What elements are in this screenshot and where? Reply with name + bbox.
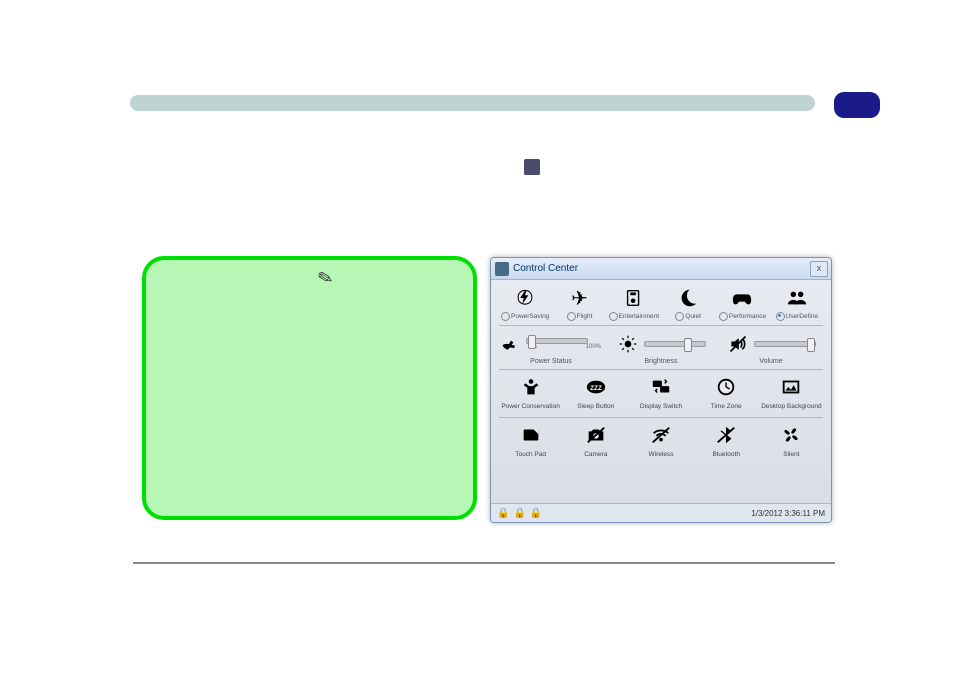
picture-icon <box>760 375 823 399</box>
mode-quiet[interactable]: Quiet <box>662 284 714 321</box>
volume: Volume <box>719 331 823 365</box>
clock-icon <box>695 375 758 399</box>
fan-icon <box>760 423 823 447</box>
touchpad-icon <box>499 423 562 447</box>
divider-3 <box>499 417 823 418</box>
camera-off-icon <box>564 423 627 447</box>
person-arms-icon <box>499 375 562 399</box>
control-body: PowerSaving ✈ Flight Entertainment Quiet <box>491 280 831 463</box>
svg-text:ZZZ: ZZZ <box>590 385 602 392</box>
lock-icon-3: 🔒 <box>530 508 542 519</box>
mode-powersaving[interactable]: PowerSaving <box>499 284 551 321</box>
brightness-slider[interactable] <box>644 341 706 347</box>
display-switch-button[interactable]: Display Switch <box>629 375 692 413</box>
header-bar <box>130 95 815 111</box>
inline-icon <box>524 159 540 175</box>
mode-flight[interactable]: ✈ Flight <box>553 284 605 321</box>
silent-button[interactable]: Silent <box>760 423 823 461</box>
users-icon <box>771 284 823 312</box>
util-row-1: Power Conservation ZZZ Sleep Button Disp… <box>499 375 823 413</box>
camera-button[interactable]: Camera <box>564 423 627 461</box>
speaker-mute-icon <box>727 334 751 354</box>
title-bar[interactable]: Control Center x <box>491 258 831 280</box>
displays-icon <box>629 375 692 399</box>
volume-slider[interactable] <box>754 341 816 347</box>
divider-1 <box>499 325 823 326</box>
brightness: Brightness <box>609 331 713 365</box>
gamepad-icon <box>716 284 768 312</box>
lightning-icon <box>499 284 551 312</box>
lock-icon-2: 🔒 <box>513 508 525 519</box>
bulb-icon <box>617 334 641 354</box>
power-conservation-button[interactable]: Power Conservation <box>499 375 562 413</box>
control-center-window: Control Center x PowerSaving ✈ Flight En… <box>490 257 832 523</box>
bluetooth-button[interactable]: Bluetooth <box>695 423 758 461</box>
sleep-button[interactable]: ZZZ Sleep Button <box>564 375 627 413</box>
wireless-button[interactable]: Wireless <box>629 423 692 461</box>
blue-badge <box>834 92 880 118</box>
window-title: Control Center <box>513 263 578 274</box>
mode-entertainment[interactable]: Entertainment <box>608 284 660 321</box>
status-bar: 🔒 🔒 🔒 1/3/2012 3:36:11 PM <box>491 503 831 522</box>
divider-2 <box>499 369 823 370</box>
note-box: ✎ <box>142 256 477 520</box>
datetime-label: 1/3/2012 3:36:11 PM <box>751 509 825 518</box>
zzz-icon: ZZZ <box>564 375 627 399</box>
close-button[interactable]: x <box>810 261 828 277</box>
pen-icon: ✎ <box>316 266 336 290</box>
util-row-2: Touch Pad Camera Wireless Bluetooth <box>499 423 823 461</box>
power-slider[interactable] <box>526 338 588 344</box>
desktop-background-button[interactable]: Desktop Background <box>760 375 823 413</box>
wifi-off-icon <box>629 423 692 447</box>
airplane-icon: ✈ <box>553 284 605 312</box>
touch-pad-button[interactable]: Touch Pad <box>499 423 562 461</box>
mode-row: PowerSaving ✈ Flight Entertainment Quiet <box>499 284 823 321</box>
slider-row: 0%100% Power Status Brightness <box>499 331 823 365</box>
separator-line <box>133 562 835 564</box>
lock-icon-1: 🔒 <box>497 508 509 519</box>
bluetooth-off-icon <box>695 423 758 447</box>
plug-icon <box>499 334 523 354</box>
moon-icon <box>662 284 714 312</box>
power-status: 0%100% Power Status <box>499 331 603 365</box>
app-icon <box>495 262 509 276</box>
mode-performance[interactable]: Performance <box>716 284 768 321</box>
mode-userdefine[interactable]: UserDefine <box>771 284 823 321</box>
media-icon <box>608 284 660 312</box>
time-zone-button[interactable]: Time Zone <box>695 375 758 413</box>
